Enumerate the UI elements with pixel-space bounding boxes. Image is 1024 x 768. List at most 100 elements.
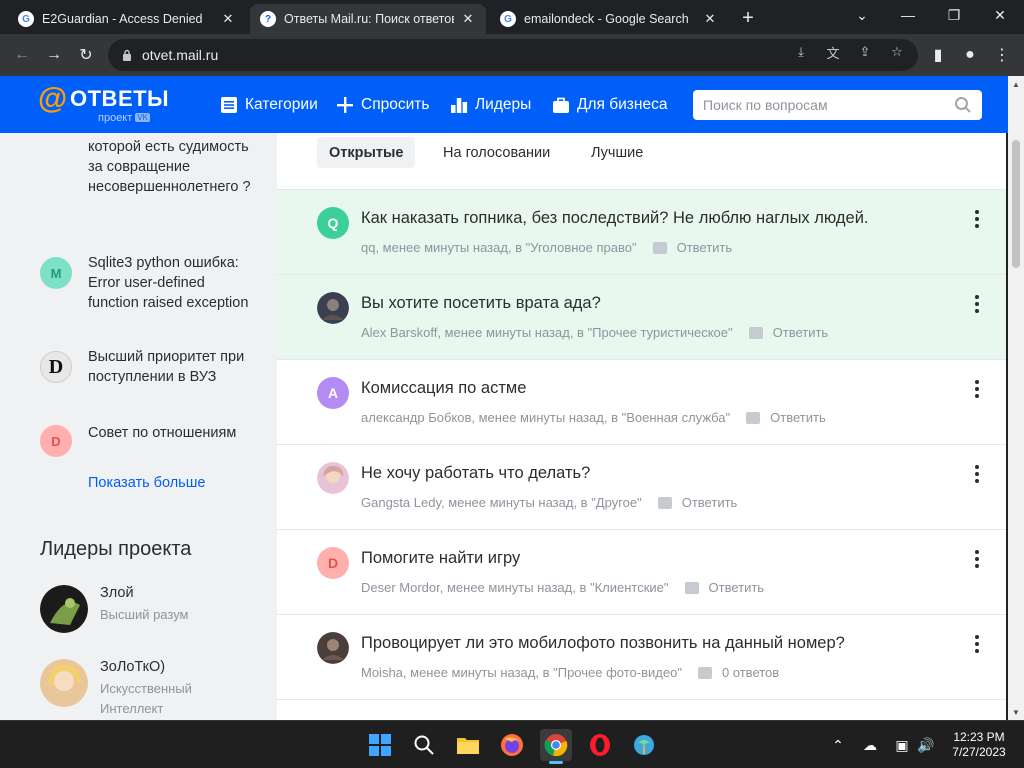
question-meta: qq, менее минуты назад, в "Уголовное пра…	[361, 240, 732, 255]
leader-avatar[interactable]	[40, 585, 88, 633]
question-row[interactable]: Q Как наказать гопника, без последствий?…	[277, 190, 1006, 275]
sidebar-question[interactable]: D Высший приоритет при поступлении в ВУЗ	[40, 347, 260, 407]
chrome-icon[interactable]	[540, 729, 572, 764]
tab-open[interactable]: Открытые	[317, 137, 416, 168]
browser-tab-1[interactable]: G E2Guardian - Access Denied ✕	[8, 4, 246, 34]
windows-start-icon[interactable]	[364, 729, 396, 761]
install-icon[interactable]: ⤓	[792, 43, 810, 61]
sidebar-question-text[interactable]: Совет по отношениям	[88, 423, 253, 443]
close-tab-icon[interactable]: ✕	[702, 11, 718, 27]
avatar[interactable]	[317, 292, 349, 324]
question-title[interactable]: Как наказать гопника, без последствий? Н…	[361, 209, 869, 228]
tab-search-icon[interactable]: ⌄	[842, 4, 882, 26]
avatar[interactable]: А	[317, 377, 349, 409]
chevron-up-icon[interactable]: ⌃	[828, 735, 848, 755]
more-options-icon[interactable]	[972, 465, 982, 483]
more-options-icon[interactable]	[972, 210, 982, 228]
reload-button[interactable]: ↻	[74, 43, 98, 67]
search-icon[interactable]	[408, 729, 440, 761]
minimize-button[interactable]: —	[888, 4, 928, 26]
question-row[interactable]: Провоцирует ли это мобилофото позвонить …	[277, 615, 1006, 700]
new-tab-button[interactable]: +	[737, 7, 759, 29]
answer-link[interactable]: Ответить	[770, 410, 826, 425]
avatar[interactable]: D	[317, 547, 349, 579]
more-options-icon[interactable]	[972, 380, 982, 398]
tab-best[interactable]: Лучшие	[579, 137, 655, 168]
browser-tab-2[interactable]: ? Ответы Mail.ru: Поиск ответов на ✕	[250, 4, 486, 34]
nav-business[interactable]: Для бизнеса	[551, 93, 667, 117]
sidebar-question-text[interactable]: которой есть судимость за совращение нес…	[88, 137, 253, 197]
onedrive-icon[interactable]: ☁	[860, 735, 880, 755]
sidebar-question[interactable]: которой есть судимость за совращение нес…	[40, 137, 260, 237]
question-meta: Alex Barskoff, менее минуты назад, в "Пр…	[361, 325, 828, 340]
leader-name[interactable]: ЗоЛоТкО)	[100, 659, 165, 675]
close-window-button[interactable]: ✕	[980, 4, 1020, 26]
network-icon[interactable]: ▣	[892, 735, 912, 755]
windows-taskbar: ⌃ ☁ ▣ 🔊 12:23 PM 7/27/2023	[0, 720, 1024, 768]
answer-link[interactable]: Ответить	[677, 240, 733, 255]
back-button[interactable]: ←	[10, 43, 34, 67]
answer-link[interactable]: Ответить	[682, 495, 738, 510]
avatar[interactable]: Q	[317, 207, 349, 239]
close-tab-icon[interactable]: ✕	[220, 11, 236, 27]
nav-label: Лидеры	[475, 96, 532, 113]
side-panel-icon[interactable]: ▮	[926, 43, 950, 67]
leader-rank: Искусственный Интеллект	[100, 681, 192, 716]
sidebar-question[interactable]: D Совет по отношениям	[40, 423, 260, 459]
sidebar-question-text[interactable]: Высший приоритет при поступлении в ВУЗ	[88, 347, 253, 387]
close-tab-icon[interactable]: ✕	[460, 11, 476, 27]
search-input[interactable]	[703, 97, 943, 113]
opera-icon[interactable]	[584, 729, 616, 761]
bookmark-star-icon[interactable]: ☆	[888, 43, 906, 61]
answer-count[interactable]: 0 ответов	[722, 665, 779, 680]
leader-avatar[interactable]	[40, 659, 88, 707]
show-more-link[interactable]: Показать больше	[88, 475, 205, 491]
question-row[interactable]: D Помогите найти игру Deser Mordor, мене…	[277, 530, 1006, 615]
app-icon[interactable]	[628, 729, 660, 761]
profile-avatar-icon[interactable]: ●	[958, 43, 982, 67]
avatar[interactable]	[317, 632, 349, 664]
volume-icon[interactable]: 🔊	[916, 735, 936, 755]
question-author-info: Alex Barskoff, менее минуты назад, в "Пр…	[361, 325, 733, 340]
nav-leaders[interactable]: Лидеры	[449, 93, 531, 117]
leader-rank: Высший разум	[100, 607, 189, 622]
scrollbar-thumb[interactable]	[1012, 140, 1020, 268]
question-title[interactable]: Помогите найти игру	[361, 549, 520, 568]
question-title[interactable]: Провоцирует ли это мобилофото позвонить …	[361, 634, 845, 653]
question-row[interactable]: Не хочу работать что делать? Gangsta Led…	[277, 445, 1006, 530]
url-text: otvet.mail.ru	[142, 47, 219, 63]
search-icon[interactable]	[954, 96, 972, 114]
system-clock[interactable]: 12:23 PM 7/27/2023	[948, 730, 1010, 760]
leader-item[interactable]: ЗоЛоТкО) Искусственный Интеллект	[40, 659, 270, 719]
browser-menu-icon[interactable]: ⋮	[990, 43, 1014, 67]
firefox-icon[interactable]	[496, 729, 528, 761]
translate-icon[interactable]: 文	[824, 43, 842, 61]
file-explorer-icon[interactable]	[452, 729, 484, 761]
question-row[interactable]: А Комиссация по астме александр Бобков, …	[277, 360, 1006, 445]
share-icon[interactable]: ⇪	[856, 43, 874, 61]
otvety-logo[interactable]: @ ОТВЕТЫ проект VK	[38, 84, 178, 126]
forward-button[interactable]: →	[42, 43, 66, 67]
more-options-icon[interactable]	[972, 295, 982, 313]
answer-link[interactable]: Ответить	[709, 580, 765, 595]
question-title[interactable]: Комиссация по астме	[361, 379, 526, 398]
answer-link[interactable]: Ответить	[773, 325, 829, 340]
tab-voting[interactable]: На голосовании	[431, 137, 562, 168]
sidebar-question-text[interactable]: Sqlite3 python ошибка: Error user-define…	[88, 253, 253, 313]
nav-ask[interactable]: Спросить	[335, 93, 429, 117]
scroll-down-arrow-icon[interactable]: ▼	[1008, 704, 1024, 720]
browser-tab-3[interactable]: G emailondeck - Google Search ✕	[490, 4, 728, 34]
scroll-up-arrow-icon[interactable]: ▲	[1008, 76, 1024, 92]
more-options-icon[interactable]	[972, 635, 982, 653]
question-title[interactable]: Вы хотите посетить врата ада?	[361, 294, 601, 313]
more-options-icon[interactable]	[972, 550, 982, 568]
sidebar-question[interactable]: М Sqlite3 python ошибка: Error user-defi…	[40, 253, 260, 333]
avatar[interactable]	[317, 462, 349, 494]
leader-item[interactable]: Злой Высший разум	[40, 585, 270, 635]
nav-categories[interactable]: Категории	[219, 93, 318, 117]
maximize-button[interactable]: ❐	[934, 4, 974, 26]
question-title[interactable]: Не хочу работать что делать?	[361, 464, 590, 483]
page-scrollbar[interactable]: ▲ ▼	[1008, 76, 1024, 720]
question-row[interactable]: Вы хотите посетить врата ада? Alex Barsk…	[277, 275, 1006, 360]
leader-name[interactable]: Злой	[100, 585, 134, 601]
